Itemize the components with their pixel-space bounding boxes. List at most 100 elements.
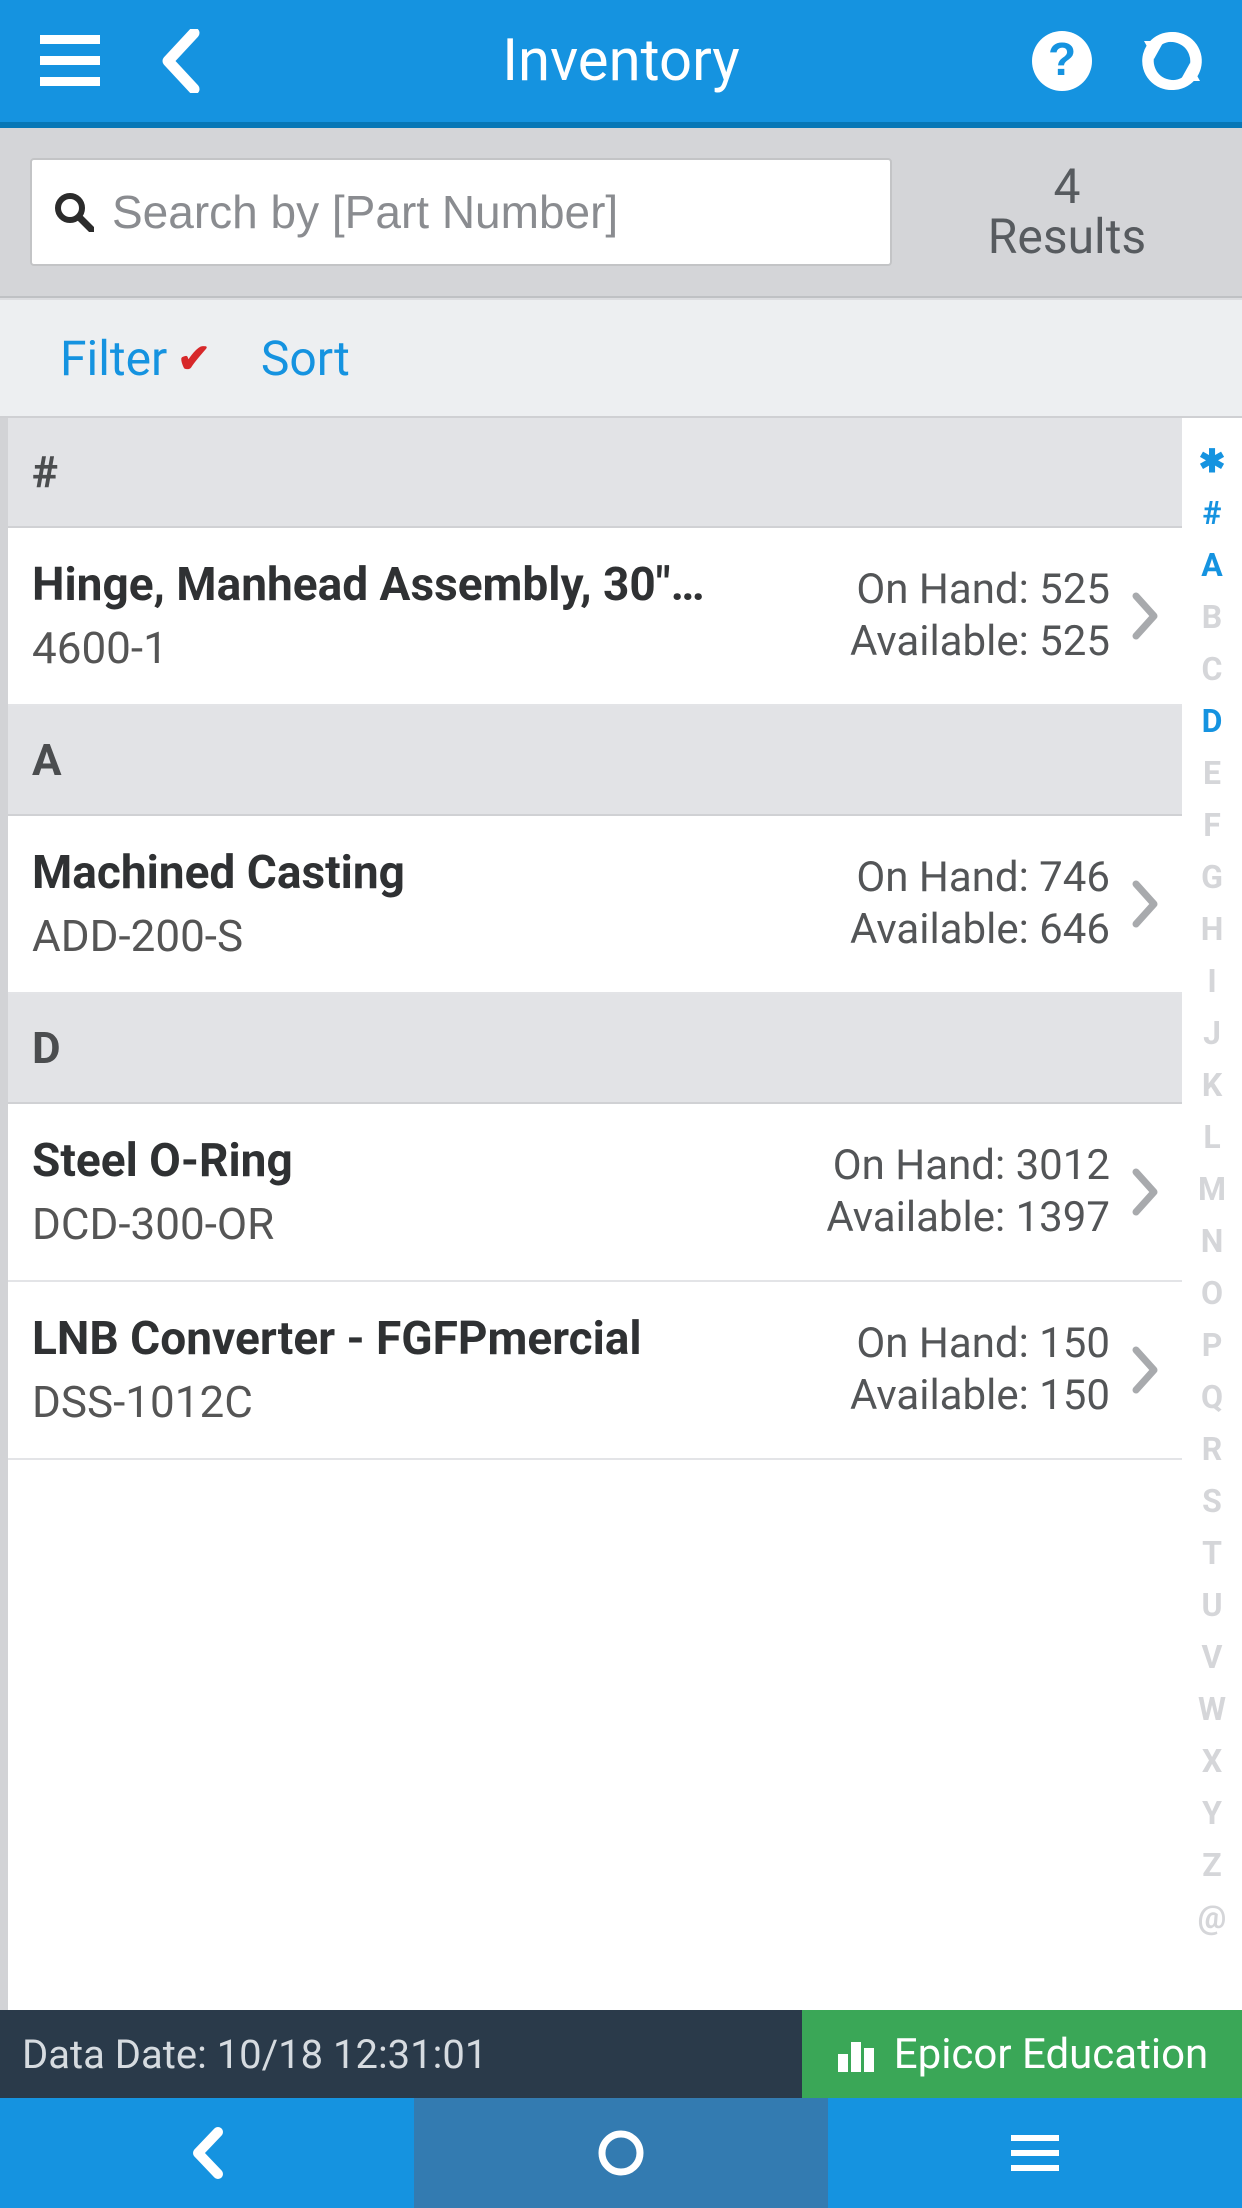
chevron-left-icon: [160, 29, 200, 93]
data-date: Data Date: 10/18 12:31:01: [0, 2010, 802, 2098]
item-part-number: 4600-1: [32, 622, 830, 674]
on-hand: On Hand: 746: [850, 852, 1110, 905]
alpha-index-item[interactable]: Z: [1182, 1840, 1242, 1890]
data-date-value: 10/18 12:31:01: [217, 2031, 488, 2078]
section-header: A: [8, 706, 1182, 816]
nav-menu-button[interactable]: [828, 2098, 1242, 2208]
available: Available: 525: [850, 616, 1110, 669]
alpha-index[interactable]: ✱#ABCDEFGHIJKLMNOPQRSTUVWXYZ@: [1182, 418, 1242, 2010]
filter-active-check-icon: ✔: [177, 335, 211, 382]
sort-button[interactable]: Sort: [261, 330, 350, 387]
alpha-index-item[interactable]: I: [1182, 956, 1242, 1006]
inventory-row[interactable]: LNB Converter - FGFPmercial DSS-1012C On H…: [8, 1282, 1182, 1460]
alpha-index-item[interactable]: G: [1182, 852, 1242, 902]
brand-button[interactable]: Epicor Education: [802, 2010, 1242, 2098]
search-bar: 4 Results: [0, 128, 1242, 298]
nav-home-button[interactable]: [414, 2098, 828, 2208]
alpha-index-item[interactable]: W: [1182, 1684, 1242, 1734]
alpha-index-item[interactable]: B: [1182, 592, 1242, 642]
item-name: Steel O-Ring: [32, 1134, 806, 1188]
alpha-index-item[interactable]: L: [1182, 1112, 1242, 1162]
row-left: Hinge, Manhead Assembly, 30"… 4600-1: [32, 558, 850, 674]
row-left: LNB Converter - FGFPmercial DSS-1012C: [32, 1312, 850, 1428]
search-input-wrap[interactable]: [30, 158, 892, 266]
menu-button[interactable]: [30, 21, 110, 101]
chevron-right-icon: [1120, 1344, 1170, 1396]
page-title: Inventory: [250, 27, 992, 95]
alpha-index-item[interactable]: O: [1182, 1268, 1242, 1318]
alpha-index-item[interactable]: R: [1182, 1424, 1242, 1474]
item-name: Machined Casting: [32, 846, 830, 900]
results-count: 4 Results: [892, 158, 1242, 266]
chevron-right-icon: [1120, 590, 1170, 642]
row-stats: On Hand: 525Available: 525: [850, 564, 1120, 669]
on-hand: On Hand: 3012: [826, 1140, 1110, 1193]
row-stats: On Hand: 150Available: 150: [850, 1318, 1120, 1423]
alpha-index-item[interactable]: X: [1182, 1736, 1242, 1786]
alpha-index-item[interactable]: M: [1182, 1164, 1242, 1214]
alpha-index-item[interactable]: Y: [1182, 1788, 1242, 1838]
hamburger-icon: [40, 35, 100, 87]
svg-text:?: ?: [1048, 33, 1076, 85]
alpha-index-item[interactable]: V: [1182, 1632, 1242, 1682]
nav-back-button[interactable]: [0, 2098, 414, 2208]
item-part-number: DCD-300-OR: [32, 1198, 806, 1250]
alpha-index-item[interactable]: F: [1182, 800, 1242, 850]
chevron-right-icon: [1120, 1166, 1170, 1218]
alpha-index-item[interactable]: Q: [1182, 1372, 1242, 1422]
row-left: Machined CastingADD-200-S: [32, 846, 850, 962]
brand-label: Epicor Education: [894, 2030, 1209, 2079]
alpha-index-item[interactable]: S: [1182, 1476, 1242, 1526]
refresh-icon: [1140, 29, 1204, 93]
alpha-index-item[interactable]: E: [1182, 748, 1242, 798]
alpha-index-item[interactable]: P: [1182, 1320, 1242, 1370]
alpha-index-item[interactable]: U: [1182, 1580, 1242, 1630]
alpha-index-item[interactable]: H: [1182, 904, 1242, 954]
status-bar: Data Date: 10/18 12:31:01 Epicor Educati…: [0, 2010, 1242, 2098]
alpha-index-item[interactable]: ✱: [1182, 436, 1242, 486]
available: Available: 150: [850, 1370, 1110, 1423]
alpha-index-item[interactable]: N: [1182, 1216, 1242, 1266]
alpha-index-item[interactable]: K: [1182, 1060, 1242, 1110]
available: Available: 646: [850, 904, 1110, 957]
alpha-index-item[interactable]: @: [1182, 1892, 1242, 1942]
app-root: Inventory ? 4 Results Filter ✔ Sort: [0, 0, 1242, 2208]
data-date-label: Data Date:: [22, 2031, 207, 2078]
filter-button[interactable]: Filter ✔: [60, 330, 211, 387]
alpha-index-item[interactable]: J: [1182, 1008, 1242, 1058]
inventory-row[interactable]: Machined CastingADD-200-SOn Hand: 746Ava…: [8, 816, 1182, 994]
sort-label: Sort: [261, 330, 350, 387]
row-stats: On Hand: 746Available: 646: [850, 852, 1120, 957]
hamburger-icon: [1011, 2135, 1059, 2171]
results-label: Results: [988, 212, 1146, 262]
item-name: Hinge, Manhead Assembly, 30"…: [32, 558, 830, 612]
list-area: # Hinge, Manhead Assembly, 30"… 4600-1 On H…: [0, 418, 1242, 2010]
help-button[interactable]: ?: [1022, 21, 1102, 101]
row-stats: On Hand: 3012Available: 1397: [826, 1140, 1120, 1245]
chevron-left-icon: [190, 2126, 224, 2180]
help-icon: ?: [1030, 29, 1094, 93]
alpha-index-item[interactable]: T: [1182, 1528, 1242, 1578]
item-part-number: DSS-1012C: [32, 1376, 830, 1428]
results-number: 4: [1054, 162, 1081, 212]
inventory-row[interactable]: Hinge, Manhead Assembly, 30"… 4600-1 On Ha…: [8, 528, 1182, 706]
title-bar: Inventory ?: [0, 0, 1242, 128]
row-left: Steel O-Ring DCD-300-OR: [32, 1134, 826, 1250]
on-hand: On Hand: 525: [850, 564, 1110, 617]
chevron-right-icon: [1120, 878, 1170, 930]
section-header: #: [8, 418, 1182, 528]
alpha-index-item[interactable]: #: [1182, 488, 1242, 538]
alpha-index-item[interactable]: C: [1182, 644, 1242, 694]
alpha-index-item[interactable]: D: [1182, 696, 1242, 746]
section-header: D: [8, 994, 1182, 1104]
search-input[interactable]: [112, 185, 868, 239]
item-name: LNB Converter - FGFPmercial: [32, 1312, 830, 1366]
alpha-index-item[interactable]: A: [1182, 540, 1242, 590]
inventory-list[interactable]: # Hinge, Manhead Assembly, 30"… 4600-1 On H…: [0, 418, 1182, 2010]
chart-icon: [836, 2034, 876, 2074]
on-hand: On Hand: 150: [850, 1318, 1110, 1371]
refresh-button[interactable]: [1132, 21, 1212, 101]
filter-label: Filter: [60, 330, 167, 387]
inventory-row[interactable]: Steel O-Ring DCD-300-OR On Hand: 3012Avail…: [8, 1104, 1182, 1282]
back-button[interactable]: [140, 21, 220, 101]
